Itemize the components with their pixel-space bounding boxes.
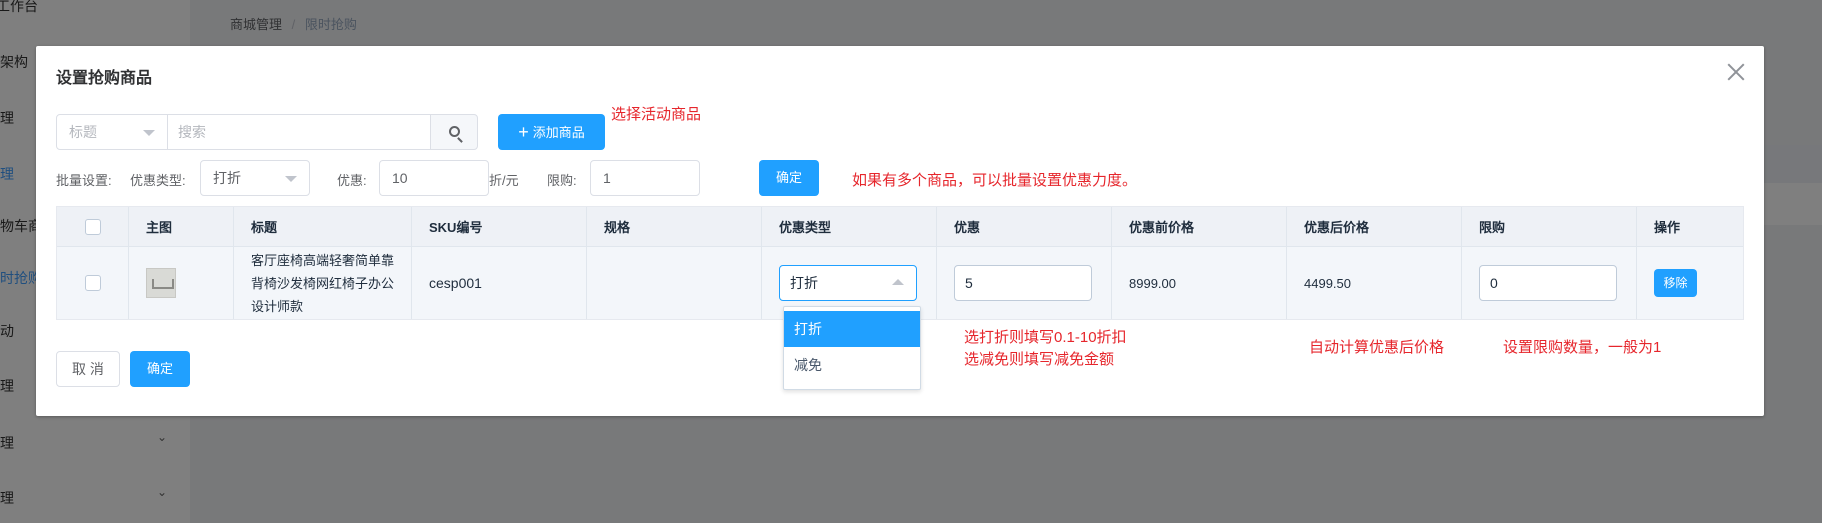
row-image-cell [129,247,234,319]
batch-type-value: 打折 [213,170,241,186]
add-goods-note: 选择活动商品 [611,106,702,123]
price-before: 8999.00 [1112,247,1287,319]
goods-title: 客厅座椅高端轻奢简单靠背椅沙发椅网红椅子办公设计师款 [251,252,395,314]
header-cell: 限购 [1462,207,1637,246]
row-type-value: 打折 [790,275,818,291]
dialog-title: 设置抢购商品 [56,70,153,87]
goods-spec [587,247,762,319]
remove-button[interactable]: 移除 [1654,269,1697,297]
row-action-cell: 移除 [1637,247,1743,319]
batch-confirm-button[interactable]: 确定 [759,160,819,196]
row-discount-value: 5 [965,275,973,291]
batch-limit-value: 1 [603,170,611,186]
add-goods-button[interactable]: + 添加商品 [498,114,605,150]
select-all-checkbox[interactable] [84,218,101,235]
search-type-select[interactable]: 标题 [56,114,168,150]
header-select-all[interactable] [57,207,129,246]
header-cell: 操作 [1654,220,1681,235]
batch-discount-value: 10 [392,170,408,186]
row-limit-input[interactable]: 0 [1479,265,1617,301]
batch-limit-input[interactable]: 1 [590,160,700,196]
header-cell: SKU编号 [412,207,587,246]
caret-up-icon [892,279,904,285]
header-cell: 优惠后价格 [1287,207,1462,246]
price-after-note: 自动计算优惠后价格 [1309,339,1445,356]
discount-note-line1: 选打折则填写0.1-10折扣 [964,329,1127,346]
header-cell: 优惠类型 [762,207,937,246]
search-icon [449,126,460,137]
goods-thumbnail [146,268,176,298]
header-cell: 主图 [129,207,234,246]
table-header: 主图 标题 SKU编号 规格 优惠类型 优惠 优惠前价格 优惠后价格 限购 操作 [57,207,1743,247]
search-type-placeholder: 标题 [69,124,97,140]
caret-down-icon [143,130,155,136]
row-discount-input[interactable]: 5 [954,265,1092,301]
discount-note-line2: 选减免则填写减免金额 [964,351,1115,368]
batch-note: 如果有多个商品，可以批量设置优惠力度。 [852,172,1138,189]
search-button[interactable] [430,114,478,150]
close-icon[interactable] [1724,60,1748,84]
batch-discount-label: 优惠: [337,173,367,188]
batch-type-label: 优惠类型: [130,173,186,188]
header-cell: 标题 [234,207,412,246]
goods-sku: cesp001 [412,247,587,319]
dropdown-option-reduction[interactable]: 减免 [784,347,920,383]
dialog-confirm-button[interactable]: 确定 [130,351,190,387]
row-title-cell: 客厅座椅高端轻奢简单靠背椅沙发椅网红椅子办公设计师款 [234,247,412,319]
price-after: 4499.50 [1287,247,1462,319]
search-input-placeholder: 搜索 [178,124,206,140]
header-cell: 优惠前价格 [1112,207,1287,246]
search-input[interactable]: 搜索 [167,114,431,150]
batch-limit-label: 限购: [547,173,577,188]
limit-note: 设置限购数量，一般为1 [1503,339,1662,356]
batch-label: 批量设置: [56,173,112,188]
row-checkbox[interactable] [84,275,101,291]
batch-discount-unit: 折/元 [489,173,519,188]
batch-discount-input[interactable]: 10 [379,160,489,196]
row-discount-cell: 5 [937,247,1112,319]
caret-down-icon [285,176,297,182]
header-cell: 规格 [587,207,762,246]
row-type-select[interactable]: 打折 [779,265,917,301]
goods-table: 主图 标题 SKU编号 规格 优惠类型 优惠 优惠前价格 优惠后价格 限购 操作… [56,206,1744,320]
header-cell: 优惠 [937,207,1112,246]
batch-type-select[interactable]: 打折 [200,160,310,196]
row-limit-cell: 0 [1462,247,1637,319]
discount-type-dropdown: 打折 减免 [783,306,921,390]
row-limit-value: 0 [1490,275,1498,291]
cancel-button[interactable]: 取 消 [56,351,120,387]
row-select-cell [57,247,129,319]
plus-icon: + [518,122,529,142]
add-goods-label: 添加商品 [532,125,585,140]
dropdown-option-discount[interactable]: 打折 [784,311,920,347]
